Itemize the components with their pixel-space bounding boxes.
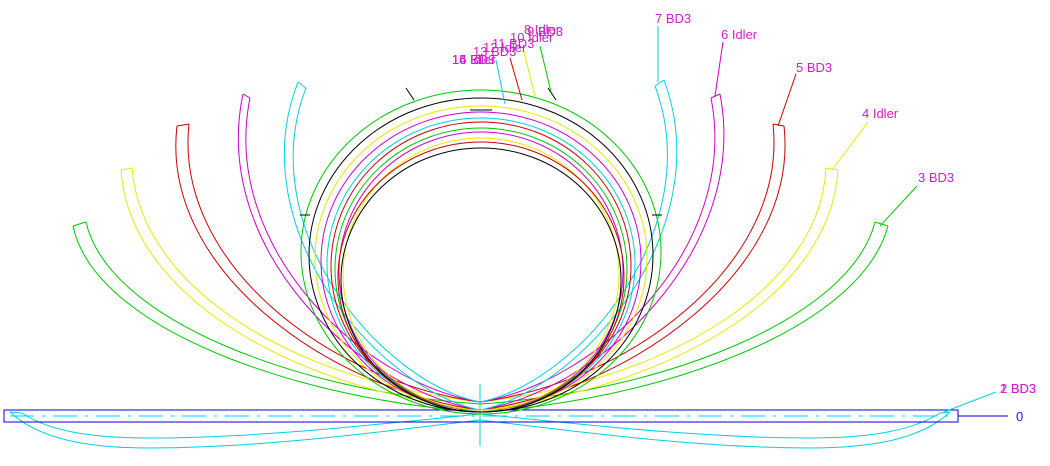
wrap-arc-3-bd3 — [72, 221, 889, 413]
label-zero: 0 — [1016, 409, 1023, 424]
label-3-bd3: 3 BD3 — [918, 170, 954, 185]
wrap-arc-4-idler — [120, 167, 839, 411]
station-labels: 3 BD3 4 Idler 5 BD3 6 Idler 7 BD3 8 Idle… — [452, 11, 1036, 424]
inner-rings — [300, 87, 662, 415]
belt-wrap-diagram: 3 BD3 4 Idler 5 BD3 6 Idler 7 BD3 8 Idle… — [3, 11, 1036, 449]
label-5-bd3: 5 BD3 — [796, 60, 832, 75]
label-4-idler: 4 Idler — [862, 106, 899, 121]
wrap-arc-6-idler — [237, 93, 725, 411]
wrap-arc-7-bd3 — [284, 79, 678, 411]
wrap-arc-5-bd3 — [175, 123, 786, 411]
label-6-idler: 6 Idler — [721, 27, 758, 42]
label-7-bd3: 7 BD3 — [655, 11, 691, 26]
label-16-idler: 16 Idler — [452, 52, 496, 67]
label-2-bd3: 2 BD3 — [1000, 381, 1036, 396]
baseline-bar — [3, 384, 1008, 446]
leader-lines — [495, 26, 997, 413]
